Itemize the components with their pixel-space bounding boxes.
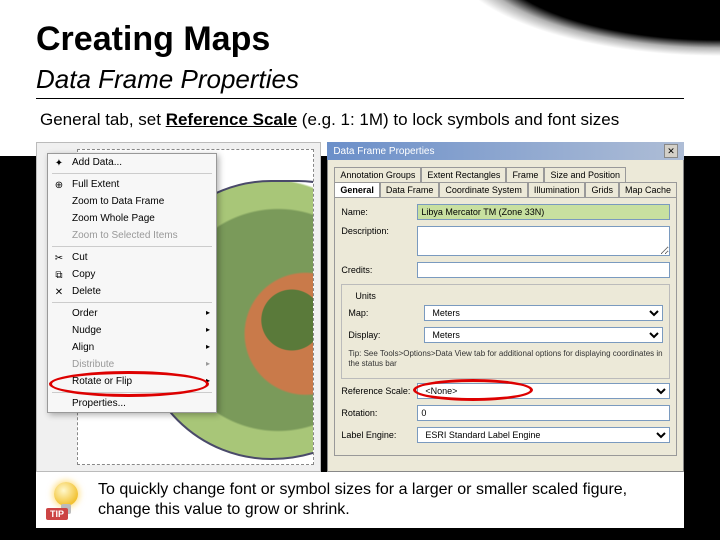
menu-item-label: Properties... [72,398,126,409]
menu-separator [52,173,212,174]
menu-item-icon: ⊕ [52,178,66,192]
menu-item-label: Distribute [72,359,114,370]
rotation-label: Rotation: [341,408,411,418]
title-divider [36,98,684,99]
menu-item-copy[interactable]: ⧉ Copy [48,266,216,283]
units-group: Units Map: Meters Display: Meters Tip: S… [341,284,670,379]
menu-item-label: Add Data... [72,157,122,168]
menu-item-distribute: Distribute [48,356,216,373]
menu-item-add-data[interactable]: ✦ Add Data... [48,154,216,171]
labelengine-select[interactable]: ESRI Standard Label Engine [417,427,670,443]
menu-separator [52,392,212,393]
tab-grids[interactable]: Grids [585,182,619,197]
display-units-label: Display: [348,330,418,340]
menu-item-label: Order [72,308,98,319]
menu-separator [52,302,212,303]
tab-general[interactable]: General [334,182,380,197]
menu-item-label: Zoom Whole Page [72,213,155,224]
slide-description: General tab, set Reference Scale (e.g. 1… [40,110,619,130]
credits-label: Credits: [341,265,411,275]
slide-title: Creating Maps [36,20,270,59]
rotation-field[interactable] [417,405,670,421]
menu-item-label: Nudge [72,325,101,336]
menu-item-zoom-to-selected-items: Zoom to Selected Items [48,227,216,244]
refscale-label: Reference Scale: [341,386,411,396]
map-units-label: Map: [348,308,418,318]
description-label: Description: [341,226,411,236]
tip-badge: TIP [46,508,68,520]
menu-item-icon: ✕ [52,285,66,299]
header-curve [360,0,720,120]
menu-item-nudge[interactable]: Nudge [48,322,216,339]
menu-item-cut[interactable]: ✂ Cut [48,249,216,266]
menu-item-label: Full Extent [72,179,119,190]
tab-illumination[interactable]: Illumination [528,182,586,197]
menu-item-label: Delete [72,286,101,297]
menu-item-label: Rotate or Flip [72,376,132,387]
menu-item-zoom-whole-page[interactable]: Zoom Whole Page [48,210,216,227]
display-units-select[interactable]: Meters [424,327,663,343]
lightbulb-icon: TIP [46,480,86,520]
tip-callout: TIP To quickly change font or symbol siz… [36,472,684,528]
tab-map-cache[interactable]: Map Cache [619,182,677,197]
dataframe-properties-dialog: Data Frame Properties ✕ Annotation Group… [327,142,684,472]
tab-size-and-position[interactable]: Size and Position [544,167,626,182]
tab-general-panel: Name: Description: Credits: Units Map: M… [334,197,677,456]
tab-data-frame[interactable]: Data Frame [380,182,440,197]
tab-frame[interactable]: Frame [506,167,544,182]
units-tip-text: Tip: See Tools>Options>Data View tab for… [348,349,663,368]
menu-item-order[interactable]: Order [48,305,216,322]
tip-text: To quickly change font or symbol sizes f… [98,480,674,520]
menu-item-align[interactable]: Align [48,339,216,356]
content-area: ✦ Add Data... ⊕ Full Extent Zoom to Data Fra… [36,142,684,472]
refscale-select[interactable]: <None> [417,383,670,399]
map-layout-view[interactable]: ✦ Add Data... ⊕ Full Extent Zoom to Data Fra… [36,142,321,472]
menu-item-label: Zoom to Selected Items [72,230,178,241]
labelengine-label: Label Engine: [341,430,411,440]
dialog-tabs-row2: GeneralData FrameCoordinate SystemIllumi… [334,182,677,197]
tab-coordinate-system[interactable]: Coordinate System [439,182,528,197]
menu-item-label: Zoom to Data Frame [72,196,164,207]
menu-item-label: Copy [72,269,95,280]
tab-annotation-groups[interactable]: Annotation Groups [334,167,421,182]
tab-extent-rectangles[interactable]: Extent Rectangles [421,167,506,182]
map-units-select[interactable]: Meters [424,305,663,321]
units-legend: Units [352,291,379,301]
credits-field[interactable] [417,262,670,278]
menu-item-full-extent[interactable]: ⊕ Full Extent [48,176,216,193]
menu-item-label: Cut [72,252,88,263]
close-icon[interactable]: ✕ [664,144,678,158]
dialog-tabs-row1: Annotation GroupsExtent RectanglesFrameS… [334,167,677,182]
menu-separator [52,246,212,247]
menu-item-icon: ✦ [52,156,66,170]
menu-item-label: Align [72,342,94,353]
dataframe-context-menu: ✦ Add Data... ⊕ Full Extent Zoom to Data Fra… [47,153,217,413]
menu-item-properties[interactable]: Properties... [48,395,216,412]
name-label: Name: [341,207,411,217]
name-field[interactable] [417,204,670,220]
description-field[interactable] [417,226,670,256]
menu-item-icon: ⧉ [52,268,66,282]
menu-item-icon: ✂ [52,251,66,265]
slide-subtitle: Data Frame Properties [36,64,299,95]
dialog-title-text: Data Frame Properties [333,146,434,157]
menu-item-delete[interactable]: ✕ Delete [48,283,216,300]
menu-item-zoom-to-data-frame[interactable]: Zoom to Data Frame [48,193,216,210]
dialog-titlebar: Data Frame Properties ✕ [327,142,684,160]
menu-item-rotate-or-flip[interactable]: Rotate or Flip [48,373,216,390]
